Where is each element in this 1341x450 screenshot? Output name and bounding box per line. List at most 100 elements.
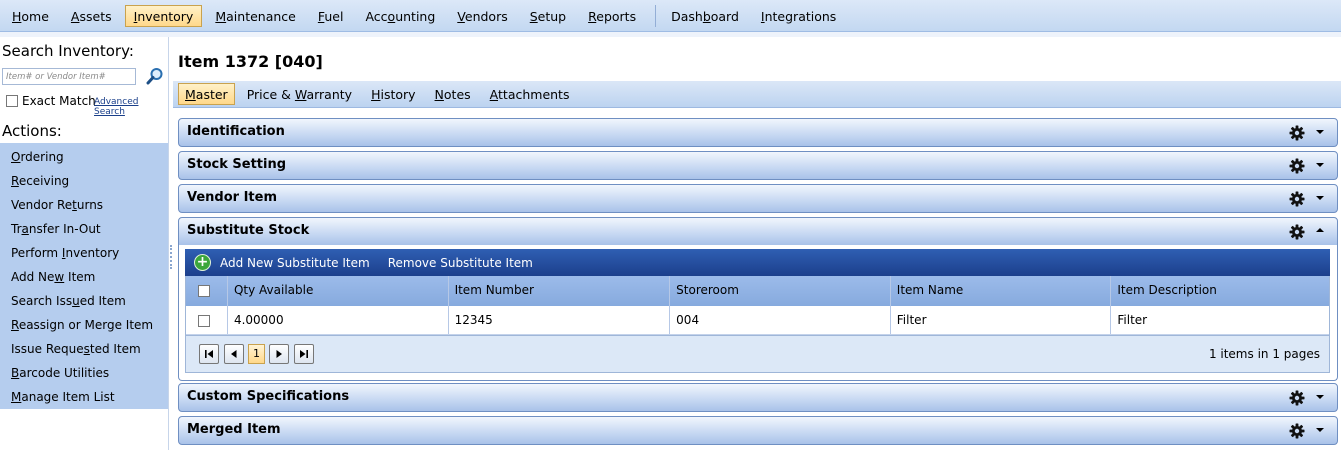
first-page-button[interactable] <box>199 344 219 364</box>
column-header[interactable]: Qty Available <box>228 276 449 306</box>
select-all-cell <box>186 276 228 306</box>
nav-reports[interactable]: Reports <box>579 5 645 27</box>
chevron-down-icon[interactable] <box>1316 395 1324 399</box>
nav-maintenance[interactable]: Maintenance <box>206 5 305 27</box>
section-custom-specifications[interactable]: Custom Specifications <box>178 383 1338 412</box>
page-title: Item 1372 [040] <box>178 52 323 71</box>
chevron-down-icon[interactable] <box>1316 428 1324 432</box>
gear-icon[interactable] <box>1289 390 1305 406</box>
tab-notes[interactable]: Notes <box>428 83 478 105</box>
grid-header: Qty Available Item Number Storeroom Item… <box>186 276 1329 306</box>
gear-icon[interactable] <box>1289 158 1305 174</box>
gear-icon[interactable] <box>1289 191 1305 207</box>
top-navigation: Home Assets Inventory Maintenance Fuel A… <box>0 0 1341 32</box>
last-page-button[interactable] <box>294 344 314 364</box>
section-substitute-stock[interactable]: Substitute Stock <box>178 217 1338 246</box>
nav-home[interactable]: Home <box>3 5 58 27</box>
remove-substitute-button[interactable]: Remove Substitute Item <box>388 256 533 270</box>
section-title: Stock Setting <box>187 157 287 172</box>
nav-accounting[interactable]: Accounting <box>356 5 444 27</box>
nav-assets[interactable]: Assets <box>62 5 121 27</box>
pager-info: 1 items in 1 pages <box>1208 347 1320 361</box>
tab-history[interactable]: History <box>364 83 422 105</box>
gear-icon[interactable] <box>1289 125 1305 141</box>
action-vendor-returns[interactable]: Vendor Returns <box>0 195 168 219</box>
section-title: Vendor Item <box>187 190 278 205</box>
current-page-number[interactable]: 1 <box>248 344 265 364</box>
gear-icon[interactable] <box>1289 423 1305 439</box>
chevron-up-icon[interactable] <box>1316 228 1324 232</box>
row-select-cell <box>186 306 228 334</box>
column-header[interactable]: Item Description <box>1111 276 1329 306</box>
next-page-button[interactable] <box>269 344 289 364</box>
table-row[interactable]: 4.00000 12345 004 Filter Filter <box>186 306 1329 335</box>
advanced-search-link[interactable]: Advanced Search <box>94 97 168 117</box>
column-header[interactable]: Storeroom <box>670 276 891 306</box>
nav-fuel[interactable]: Fuel <box>309 5 353 27</box>
substitute-stock-body: + Add New Substitute Item Remove Substit… <box>178 245 1338 381</box>
column-header[interactable]: Item Number <box>449 276 671 306</box>
section-title: Merged Item <box>187 422 281 437</box>
section-vendor-item[interactable]: Vendor Item <box>178 184 1338 213</box>
prev-page-button[interactable] <box>224 344 244 364</box>
grid-pager: 1 1 items in 1 pages <box>185 336 1330 373</box>
table-cell: Filter <box>1117 313 1148 327</box>
column-header[interactable]: Item Name <box>891 276 1112 306</box>
table-cell: 4.00000 <box>228 306 449 334</box>
section-title: Identification <box>187 124 285 139</box>
nav-inventory[interactable]: Inventory <box>124 4 203 27</box>
search-title: Search Inventory: <box>2 42 134 60</box>
action-ordering[interactable]: Ordering <box>0 147 168 171</box>
chevron-down-icon[interactable] <box>1316 130 1324 134</box>
last-page-icon <box>300 350 308 358</box>
action-receiving[interactable]: Receiving <box>0 171 168 195</box>
chevron-down-icon[interactable] <box>1316 163 1324 167</box>
substitute-grid: Qty Available Item Number Storeroom Item… <box>185 276 1330 336</box>
section-stock-setting[interactable]: Stock Setting <box>178 151 1338 180</box>
next-page-icon <box>276 350 282 358</box>
left-panel: Search Inventory: Exact Match Advanced S… <box>0 37 169 450</box>
nav-setup[interactable]: Setup <box>521 5 575 27</box>
nav-vendors[interactable]: Vendors <box>448 5 516 27</box>
action-add-new-item[interactable]: Add New Item <box>0 267 168 291</box>
action-manage-item-list[interactable]: Manage Item List <box>0 387 168 411</box>
section-identification[interactable]: Identification <box>178 118 1338 147</box>
remove-substitute-label: Remove Substitute Item <box>387 255 533 270</box>
add-substitute-button[interactable]: + Add New Substitute Item <box>194 254 370 271</box>
table-cell: 12345 <box>449 306 671 334</box>
magnifier-icon[interactable] <box>146 67 164 85</box>
tab-master[interactable]: Master <box>178 83 235 105</box>
select-all-checkbox[interactable] <box>198 284 210 297</box>
section-title: Substitute Stock <box>187 223 310 238</box>
tab-price-warranty[interactable]: Price & Warranty <box>240 83 359 105</box>
action-issue-requested-item[interactable]: Issue Requested Item <box>0 339 168 363</box>
table-cell: Filter <box>891 306 1112 334</box>
nav-dashboard[interactable]: Dashboard <box>662 5 748 27</box>
actions-title: Actions: <box>2 122 62 140</box>
row-checkbox[interactable] <box>198 314 210 327</box>
tab-attachments[interactable]: Attachments <box>483 83 577 105</box>
chevron-down-icon[interactable] <box>1316 196 1324 200</box>
plus-circle-icon: + <box>194 254 211 271</box>
action-transfer-in-out[interactable]: Transfer In-Out <box>0 219 168 243</box>
action-perform-inventory[interactable]: Perform Inventory <box>0 243 168 267</box>
gear-icon[interactable] <box>1289 224 1305 240</box>
search-input[interactable] <box>2 68 136 85</box>
exact-match-label: Exact Match <box>22 94 96 108</box>
table-cell: 004 <box>670 306 891 334</box>
prev-page-icon <box>231 350 237 358</box>
action-barcode-utilities[interactable]: Barcode Utilities <box>0 363 168 387</box>
panel-splitter[interactable] <box>170 245 172 269</box>
actions-list: Ordering Receiving Vendor Returns Transf… <box>0 143 168 409</box>
exact-match-checkbox[interactable] <box>6 95 18 107</box>
nav-separator <box>655 4 657 27</box>
action-reassign-merge-item[interactable]: Reassign or Merge Item <box>0 315 168 339</box>
main-content: Item 1372 [040] Master Price & Warranty … <box>173 37 1341 450</box>
first-page-icon <box>205 350 213 358</box>
add-substitute-label: Add New Substitute Item <box>220 255 370 270</box>
action-search-issued-item[interactable]: Search Issued Item <box>0 291 168 315</box>
tab-bar: Master Price & Warranty History Notes At… <box>173 81 1341 108</box>
nav-integrations[interactable]: Integrations <box>752 5 845 27</box>
section-merged-item[interactable]: Merged Item <box>178 416 1338 445</box>
section-title: Custom Specifications <box>187 389 350 404</box>
